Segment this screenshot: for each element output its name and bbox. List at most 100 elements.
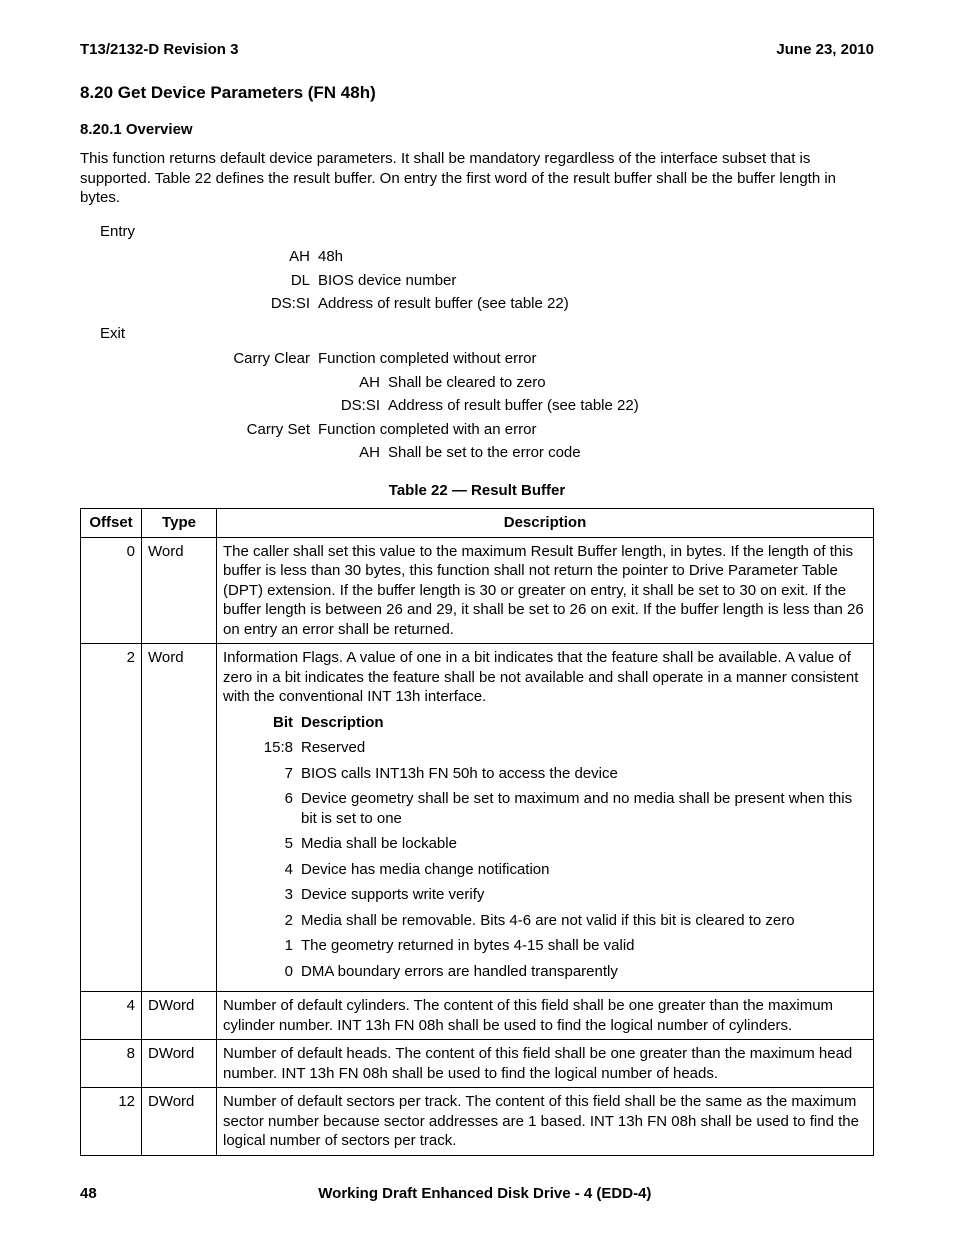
cell-type: Word [142,537,217,644]
bit-row: 0DMA boundary errors are handled transpa… [223,962,867,982]
section-title: 8.20 Get Device Parameters (FN 48h) [80,82,874,104]
register-label: DS:SI [100,396,388,416]
carry-set-block: Carry Set Function completed with an err… [100,420,874,440]
register-label: AH [100,443,388,463]
cell-type: DWord [142,992,217,1040]
cell-desc-text: Information Flags. A value of one in a b… [223,648,867,707]
table-body: 0WordThe caller shall set this value to … [81,537,874,1155]
bit-header-bit: Bit [223,713,301,733]
bit-row: 5Media shall be lockable [223,834,867,854]
carry-set-desc: Function completed with an error [318,420,874,440]
bit-header-row: BitDescription [223,713,867,733]
register-row: DLBIOS device number [100,271,874,291]
register-label: AH [100,373,388,393]
bit-row: 4Device has media change notification [223,860,867,880]
bit-label: 4 [223,860,301,880]
bit-row: 3Device supports write verify [223,885,867,905]
bit-label: 7 [223,764,301,784]
bit-row: 2Media shall be removable. Bits 4-6 are … [223,911,867,931]
bit-desc: The geometry returned in bytes 4-15 shal… [301,936,867,956]
register-row: DS:SIAddress of result buffer (see table… [100,396,874,416]
cell-type: DWord [142,1088,217,1156]
header-right: June 23, 2010 [776,40,874,60]
entry-list: AH48hDLBIOS device numberDS:SIAddress of… [100,247,874,314]
register-desc: Shall be set to the error code [388,443,874,463]
subsection-title: 8.20.1 Overview [80,120,874,140]
register-desc: 48h [318,247,874,267]
cell-offset: 0 [81,537,142,644]
footer-title: Working Draft Enhanced Disk Drive - 4 (E… [318,1184,651,1204]
table-row: 4DWordNumber of default cylinders. The c… [81,992,874,1040]
register-desc: Address of result buffer (see table 22) [318,294,874,314]
cell-offset: 2 [81,644,142,992]
cell-offset: 8 [81,1040,142,1088]
cell-desc: Information Flags. A value of one in a b… [217,644,874,992]
th-offset: Offset [81,509,142,538]
table-row: 12DWordNumber of default sectors per tra… [81,1088,874,1156]
bit-desc: BIOS calls INT13h FN 50h to access the d… [301,764,867,784]
cell-offset: 4 [81,992,142,1040]
register-label: DL [100,271,318,291]
bit-label: 2 [223,911,301,931]
header-left: T13/2132-D Revision 3 [80,40,238,60]
bit-desc: Media shall be lockable [301,834,867,854]
register-row: AHShall be cleared to zero [100,373,874,393]
register-row: AHShall be set to the error code [100,443,874,463]
register-label: AH [100,247,318,267]
table-caption: Table 22 — Result Buffer [80,481,874,501]
cell-desc: Number of default heads. The content of … [217,1040,874,1088]
carry-clear-block: Carry Clear Function completed without e… [100,349,874,369]
table-row: 0WordThe caller shall set this value to … [81,537,874,644]
bit-row: 1The geometry returned in bytes 4-15 sha… [223,936,867,956]
bit-desc: Device has media change notification [301,860,867,880]
page-footer: 48 Working Draft Enhanced Disk Drive - 4… [80,1184,874,1204]
cell-desc: The caller shall set this value to the m… [217,537,874,644]
register-row: AH48h [100,247,874,267]
register-label: DS:SI [100,294,318,314]
table-row: 2WordInformation Flags. A value of one i… [81,644,874,992]
entry-label: Entry [100,222,874,242]
cell-desc: Number of default sectors per track. The… [217,1088,874,1156]
cell-desc: Number of default cylinders. The content… [217,992,874,1040]
bit-row: 6Device geometry shall be set to maximum… [223,789,867,828]
page-header: T13/2132-D Revision 3 June 23, 2010 [80,40,874,60]
carry-clear-label: Carry Clear [100,349,318,369]
bit-desc: Device geometry shall be set to maximum … [301,789,867,828]
bit-row: 15:8Reserved [223,738,867,758]
carry-set-sublist: AHShall be set to the error code [100,443,874,463]
bit-label: 5 [223,834,301,854]
bit-header-desc: Description [301,713,867,733]
bit-desc: Media shall be removable. Bits 4-6 are n… [301,911,867,931]
register-desc: Address of result buffer (see table 22) [388,396,874,416]
cell-type: DWord [142,1040,217,1088]
cell-desc-text: Number of default cylinders. The content… [223,996,867,1035]
register-desc: BIOS device number [318,271,874,291]
exit-label: Exit [100,324,874,344]
bit-label: 3 [223,885,301,905]
cell-desc-text: Number of default sectors per track. The… [223,1092,867,1151]
register-desc: Shall be cleared to zero [388,373,874,393]
bit-label: 15:8 [223,738,301,758]
bit-label: 0 [223,962,301,982]
th-desc: Description [217,509,874,538]
table-row: 8DWordNumber of default heads. The conte… [81,1040,874,1088]
result-buffer-table: Offset Type Description 0WordThe caller … [80,508,874,1156]
bit-label: 1 [223,936,301,956]
bit-desc: Device supports write verify [301,885,867,905]
bit-table: BitDescription15:8Reserved7BIOS calls IN… [223,713,867,982]
bit-label: 6 [223,789,301,828]
bit-desc: DMA boundary errors are handled transpar… [301,962,867,982]
carry-clear-sublist: AHShall be cleared to zeroDS:SIAddress o… [100,373,874,416]
footer-spacer [873,1184,874,1204]
carry-clear-desc: Function completed without error [318,349,874,369]
carry-set-label: Carry Set [100,420,318,440]
bit-row: 7BIOS calls INT13h FN 50h to access the … [223,764,867,784]
th-type: Type [142,509,217,538]
cell-desc-text: The caller shall set this value to the m… [223,542,867,640]
table-header-row: Offset Type Description [81,509,874,538]
cell-offset: 12 [81,1088,142,1156]
cell-desc-text: Number of default heads. The content of … [223,1044,867,1083]
register-row: DS:SIAddress of result buffer (see table… [100,294,874,314]
footer-page: 48 [80,1184,97,1204]
bit-desc: Reserved [301,738,867,758]
